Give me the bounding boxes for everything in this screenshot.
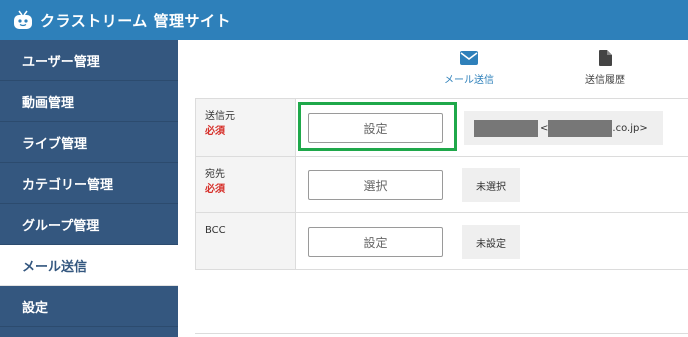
- envelope-icon: [460, 51, 478, 65]
- redacted-email: [548, 119, 613, 137]
- sidebar-item-label: ライブ管理: [22, 136, 88, 152]
- sidebar-item-live[interactable]: ライブ管理: [0, 122, 178, 163]
- tab-bar: メール送信 送信履歴: [178, 40, 688, 92]
- row-value-cell: 選択 未選択: [296, 157, 688, 212]
- required-badge: 必須: [205, 184, 225, 195]
- tab-label: メール送信: [444, 75, 494, 86]
- sender-set-button[interactable]: 設定: [308, 113, 443, 143]
- mail-form: 送信元 必須 設定 < .co.jp> 宛先 必須 選択 未選択 BCC 設定: [195, 98, 688, 270]
- sidebar-item-label: ユーザー管理: [22, 54, 100, 70]
- form-row-recipient: 宛先 必須 選択 未選択: [195, 157, 688, 213]
- row-value-cell: 設定 < .co.jp>: [296, 99, 688, 156]
- button-label: 設定: [363, 235, 388, 250]
- tv-robot-icon: [14, 10, 32, 29]
- tab-mail-send[interactable]: メール送信: [424, 50, 514, 86]
- bcc-set-button[interactable]: 設定: [308, 227, 443, 257]
- row-label-cell: 送信元 必須: [195, 99, 296, 156]
- app-header: クラストリーム 管理サイト: [0, 0, 688, 40]
- sidebar-item-categories[interactable]: カテゴリー管理: [0, 163, 178, 204]
- redacted-name: [474, 119, 538, 137]
- bcc-status: 未設定: [462, 225, 520, 259]
- divider: [195, 333, 688, 334]
- sidebar-item-label: 設定: [22, 300, 49, 316]
- row-label-cell: 宛先 必須: [195, 157, 296, 212]
- document-icon: [598, 50, 612, 66]
- sidebar-item-label: グループ管理: [22, 218, 100, 234]
- form-row-sender: 送信元 必須 設定 < .co.jp>: [195, 99, 688, 157]
- field-label: BCC: [205, 225, 226, 236]
- sidebar-item-label: 動画管理: [22, 95, 75, 111]
- tab-label: 送信履歴: [585, 75, 625, 86]
- sender-address: < .co.jp>: [464, 111, 663, 145]
- button-label: 選択: [363, 178, 388, 193]
- field-label: 宛先: [205, 169, 225, 180]
- row-label-cell: BCC: [195, 213, 296, 269]
- sidebar-item-settings[interactable]: 設定: [0, 286, 178, 327]
- sidebar-item-label: カテゴリー管理: [22, 177, 114, 193]
- sidebar-item-groups[interactable]: グループ管理: [0, 204, 178, 245]
- field-label: 送信元: [205, 111, 235, 122]
- app-title: クラストリーム 管理サイト: [40, 11, 231, 30]
- address-domain: .co.jp>: [612, 122, 648, 134]
- sidebar-item-users[interactable]: ユーザー管理: [0, 40, 178, 81]
- recipient-status: 未選択: [462, 168, 520, 202]
- row-value-cell: 設定 未設定: [296, 213, 688, 269]
- status-text: 未選択: [476, 181, 506, 193]
- address-open: <: [540, 122, 549, 134]
- status-text: 未設定: [476, 238, 506, 250]
- form-row-bcc: BCC 設定 未設定: [195, 213, 688, 270]
- sidebar: ユーザー管理 動画管理 ライブ管理 カテゴリー管理 グループ管理 メール送信 設…: [0, 40, 178, 337]
- button-label: 設定: [363, 121, 388, 136]
- tab-send-history[interactable]: 送信履歴: [560, 50, 650, 86]
- sidebar-item-videos[interactable]: 動画管理: [0, 81, 178, 122]
- recipient-select-button[interactable]: 選択: [308, 170, 443, 200]
- sidebar-item-mail[interactable]: メール送信: [0, 245, 178, 286]
- required-badge: 必須: [205, 126, 225, 137]
- sidebar-item-label: メール送信: [22, 259, 88, 275]
